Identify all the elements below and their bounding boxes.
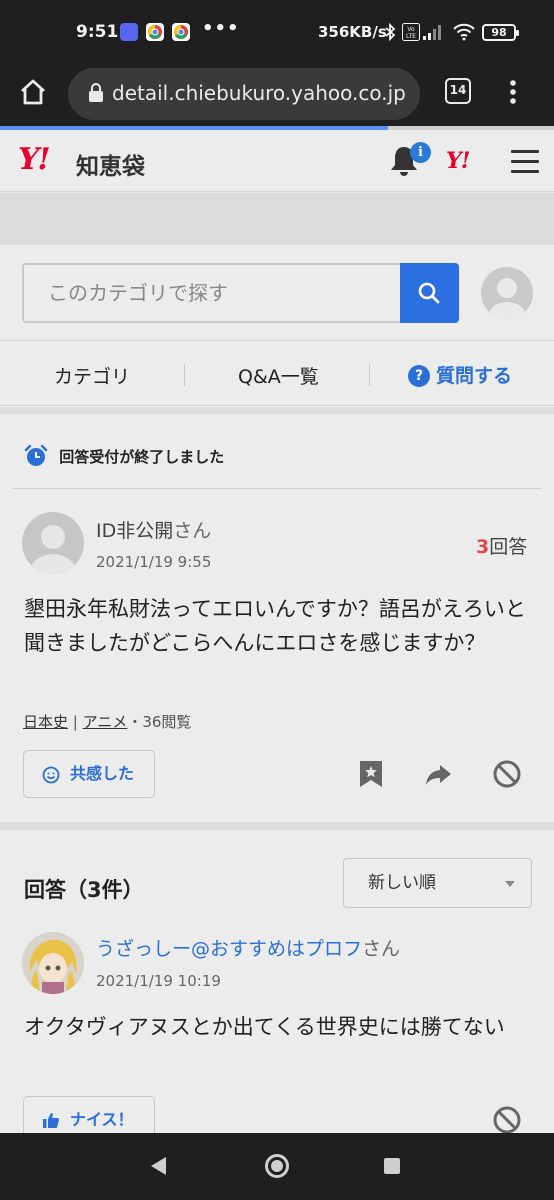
section-gap xyxy=(0,407,554,414)
back-icon[interactable] xyxy=(151,1157,166,1175)
address-bar[interactable]: detail.chiebukuro.yahoo.co.jp xyxy=(68,68,420,120)
ask-question-button[interactable]: ? 質問する xyxy=(408,361,512,388)
chevron-down-icon xyxy=(505,881,515,887)
home-circle-icon[interactable] xyxy=(265,1154,289,1178)
notification-badge: i xyxy=(410,142,431,163)
share-icon[interactable] xyxy=(424,759,454,793)
browser-toolbar: detail.chiebukuro.yahoo.co.jp 14 xyxy=(0,62,554,126)
answerer-avatar[interactable] xyxy=(22,932,84,994)
chrome-icon xyxy=(172,23,190,41)
nav-divider xyxy=(369,364,370,386)
system-navigation-bar xyxy=(0,1133,554,1200)
discord-icon xyxy=(120,23,138,41)
search-button[interactable] xyxy=(400,263,459,323)
answerer-name[interactable]: うざっしー@おすすめはプロフさん xyxy=(96,934,400,961)
category-nav: カテゴリ Q&A一覧 ? 質問する xyxy=(0,342,554,406)
browser-menu-icon[interactable] xyxy=(508,78,518,112)
hamburger-menu-icon[interactable] xyxy=(511,150,539,180)
question-icon: ? xyxy=(408,365,430,387)
answer-count[interactable]: 3回答 xyxy=(476,532,527,559)
chiebukuro-logo-text[interactable]: 知恵袋 xyxy=(76,147,145,181)
bookmark-icon[interactable] xyxy=(358,759,384,793)
chrome-icon xyxy=(146,23,164,41)
svg-text:Vo: Vo xyxy=(407,26,415,33)
yahoo-logo[interactable]: Y! xyxy=(18,142,51,177)
section-gap xyxy=(0,822,554,830)
divider xyxy=(12,488,542,489)
yahoo-top-link[interactable]: Y! xyxy=(446,148,470,174)
nav-qa-list[interactable]: Q&A一覧 xyxy=(238,362,319,389)
site-header: Y! 知恵袋 i Y! xyxy=(0,130,554,192)
empathy-label: 共感した xyxy=(70,764,135,783)
signal-icon xyxy=(422,23,444,45)
wifi-icon xyxy=(452,23,476,45)
answers-section: 回答（3件） 新しい順 うざっしー@おすすめはプロフさん 2021/1/19 1… xyxy=(0,830,554,1144)
nav-category[interactable]: カテゴリ xyxy=(54,362,130,389)
answer-body: オクタヴィアヌスとか出てくる世界史には勝てない xyxy=(24,1015,505,1039)
network-speed: 356KB/s xyxy=(318,23,387,41)
home-icon[interactable] xyxy=(18,77,48,111)
sort-select[interactable]: 新しい順 xyxy=(343,858,532,908)
question-date: 2021/1/19 9:55 xyxy=(96,553,212,571)
questioner-avatar xyxy=(22,512,84,574)
question-card: 回答受付が終了しました ID非公開さん 2021/1/19 9:55 3回答 墾… xyxy=(0,414,554,822)
alarm-clock-icon xyxy=(24,444,59,466)
ask-question-label: 質問する xyxy=(436,365,513,387)
ad-placeholder xyxy=(0,193,554,245)
volte-icon: Vo LTE xyxy=(402,23,420,45)
tag-link[interactable]: アニメ xyxy=(83,713,128,731)
answers-title: 回答（3件） xyxy=(24,878,144,902)
url-text: detail.chiebukuro.yahoo.co.jp xyxy=(112,81,406,105)
search-area: このカテゴリで探す xyxy=(0,245,554,341)
question-body: 墾田永年私財法ってエロいんですか？語呂がえろいと聞きましたがどこらへんにエロさを… xyxy=(24,597,526,655)
more-notifications-icon: ••• xyxy=(202,18,240,39)
bluetooth-icon xyxy=(384,22,396,45)
status-time: 9:51 xyxy=(76,22,119,42)
nav-divider xyxy=(184,364,185,386)
recent-apps-icon[interactable] xyxy=(384,1158,400,1174)
view-count: ・36閲覧 xyxy=(127,713,192,731)
tag-link[interactable]: 日本史 xyxy=(23,713,68,731)
user-avatar[interactable] xyxy=(481,267,533,319)
question-tags: 日本史 | アニメ・36閲覧 xyxy=(23,713,192,731)
tab-switcher-button[interactable]: 14 xyxy=(445,78,471,104)
status-bar: 9:51 ••• 356KB/s Vo LTE 98 xyxy=(0,0,554,62)
answer-date: 2021/1/19 10:19 xyxy=(96,972,221,990)
answers-closed-text: 回答受付が終了しました xyxy=(59,448,225,466)
svg-text:LTE: LTE xyxy=(406,33,416,40)
questioner-name: ID非公開さん xyxy=(96,520,212,542)
battery-icon: 98 xyxy=(482,24,519,41)
nice-label: ナイス！ xyxy=(70,1110,134,1129)
search-input[interactable]: このカテゴリで探す xyxy=(22,263,400,323)
answers-closed-notice: 回答受付が終了しました xyxy=(24,444,224,468)
empathy-button[interactable]: 共感した xyxy=(23,750,155,798)
block-icon[interactable] xyxy=(492,759,522,793)
lock-icon xyxy=(88,83,104,107)
